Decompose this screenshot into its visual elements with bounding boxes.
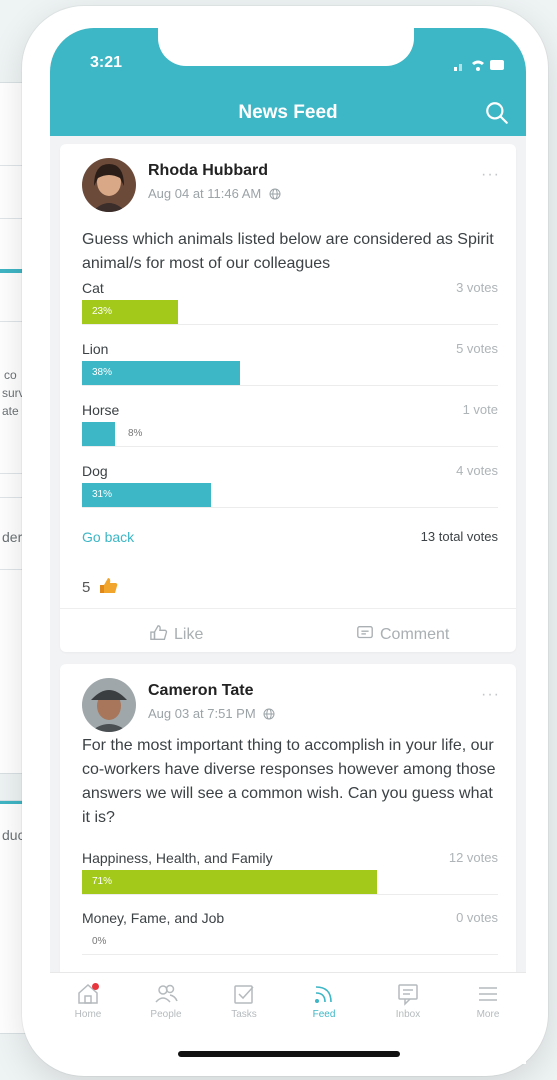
bg-text: co (4, 368, 17, 382)
comment-icon (357, 626, 373, 639)
avatar[interactable] (82, 678, 136, 732)
nav-label: More (476, 1009, 500, 1020)
status-icons (454, 60, 504, 71)
poll-bar-track: 8% (82, 422, 498, 447)
nav-label: Tasks (231, 1009, 257, 1020)
timestamp-text: Aug 03 at 7:51 PM (148, 706, 256, 721)
like-icon (150, 625, 168, 640)
post-text: Guess which animals listed below are con… (82, 231, 494, 272)
poll-option[interactable]: Cat 3 votes 23% (82, 280, 498, 330)
poll-percent: 23% (92, 306, 113, 317)
author-name[interactable]: Cameron Tate (148, 682, 254, 700)
nav-people[interactable]: People (132, 981, 200, 1020)
poll-percent: 31% (92, 489, 113, 500)
poll-bar: 38% (82, 361, 240, 385)
card-divider (60, 608, 516, 609)
nav-tasks[interactable]: Tasks (210, 981, 278, 1020)
nav-inbox[interactable]: Inbox (374, 981, 442, 1020)
more-options-icon[interactable]: ··· (481, 166, 500, 184)
poll-option[interactable]: Horse 1 vote 8% (82, 402, 498, 452)
bg-text: ate (2, 404, 19, 418)
post-timestamp: Aug 04 at 11:46 AM (148, 186, 281, 201)
poll-option-label: Happiness, Health, and Family (82, 850, 273, 866)
poll-option-label: Money, Fame, and Job (82, 910, 225, 926)
status-time: 3:21 (90, 54, 123, 71)
comment-label: Comment (380, 626, 450, 643)
notification-dot (92, 983, 99, 990)
avatar[interactable] (82, 158, 136, 212)
post-card: Cameron Tate Aug 03 at 7:51 PM ··· For t… (60, 664, 516, 972)
nav-label: Home (74, 1009, 102, 1020)
poll-option-votes: 3 votes (456, 280, 498, 295)
status-bar: 3:21 (50, 28, 526, 92)
poll-option-votes: 12 votes (448, 850, 498, 865)
bottom-nav: Home People Tasks Feed Inbox More (50, 972, 526, 1064)
more-options-icon[interactable]: ··· (481, 686, 500, 704)
poll-bar-track: 31% (82, 483, 498, 508)
post-text: For the most important thing to accompli… (82, 737, 496, 826)
poll-bar-track: 0% (82, 930, 498, 955)
poll-percent: 0% (92, 936, 107, 947)
globe-icon (263, 708, 275, 720)
poll-option-votes: 5 votes (456, 341, 498, 356)
search-icon[interactable] (484, 100, 510, 126)
post-timestamp: Aug 03 at 7:51 PM (148, 706, 275, 721)
people-icon (155, 984, 178, 1003)
poll-bar: 71% (82, 870, 377, 894)
phone-screen: 3:21 News Feed Rhoda Hubbard Aug 04 at 1… (50, 28, 526, 1064)
phone-notch (158, 28, 414, 66)
poll-option-votes: 1 vote (462, 402, 498, 417)
poll-bar: 31% (82, 483, 211, 507)
poll-bar (82, 422, 115, 446)
poll-bar-track: 23% (82, 300, 498, 325)
nav-label: Feed (312, 1009, 336, 1020)
comment-button[interactable]: Comment (356, 624, 449, 644)
like-count[interactable]: 5 (82, 576, 119, 596)
poll-option[interactable]: Money, Fame, and Job 0 votes 0% (82, 910, 498, 960)
poll-percent: 71% (92, 876, 113, 887)
go-back-link[interactable]: Go back (82, 529, 134, 545)
poll-option-label: Horse (82, 402, 120, 418)
globe-icon (269, 188, 281, 200)
nav-home[interactable]: Home (54, 981, 122, 1020)
poll-option-votes: 0 votes (456, 910, 498, 925)
inbox-icon (398, 984, 418, 1006)
menu-icon (479, 987, 497, 1001)
like-count-number: 5 (82, 579, 91, 596)
nav-label: Inbox (395, 1009, 421, 1020)
feed-icon (315, 986, 332, 1003)
poll-bar-track: 38% (82, 361, 498, 386)
nav-feed[interactable]: Feed (290, 981, 358, 1020)
nav-label: People (150, 1009, 182, 1020)
avatar-image (82, 158, 136, 212)
like-label: Like (174, 626, 204, 643)
top-bar: News Feed (50, 92, 526, 136)
poll-option[interactable]: Lion 5 votes 38% (82, 341, 498, 391)
news-feed: Rhoda Hubbard Aug 04 at 11:46 AM ··· Gue… (50, 136, 526, 972)
poll-percent: 8% (128, 428, 143, 439)
poll-percent: 38% (92, 367, 113, 378)
poll-bar: 23% (82, 300, 178, 324)
author-name[interactable]: Rhoda Hubbard (148, 162, 268, 180)
post-card: Rhoda Hubbard Aug 04 at 11:46 AM ··· Gue… (60, 144, 516, 652)
home-indicator[interactable] (178, 1051, 400, 1057)
nav-more[interactable]: More (454, 981, 522, 1020)
poll-option-label: Cat (82, 280, 104, 296)
poll-option-label: Lion (82, 341, 109, 357)
poll-option[interactable]: Happiness, Health, and Family 12 votes 7… (82, 850, 498, 900)
like-button[interactable]: Like (150, 624, 203, 644)
timestamp-text: Aug 04 at 11:46 AM (148, 186, 262, 201)
page-title: News Feed (238, 102, 338, 123)
tasks-icon (234, 985, 254, 1004)
poll-option-votes: 4 votes (456, 463, 498, 478)
thumbs-up-icon (99, 578, 117, 593)
total-votes: 13 total votes (420, 529, 498, 544)
poll-option[interactable]: Dog 4 votes 31% (82, 463, 498, 513)
poll-bar-track: 71% (82, 870, 498, 895)
poll-option-label: Dog (82, 463, 108, 479)
avatar-image (82, 678, 136, 732)
